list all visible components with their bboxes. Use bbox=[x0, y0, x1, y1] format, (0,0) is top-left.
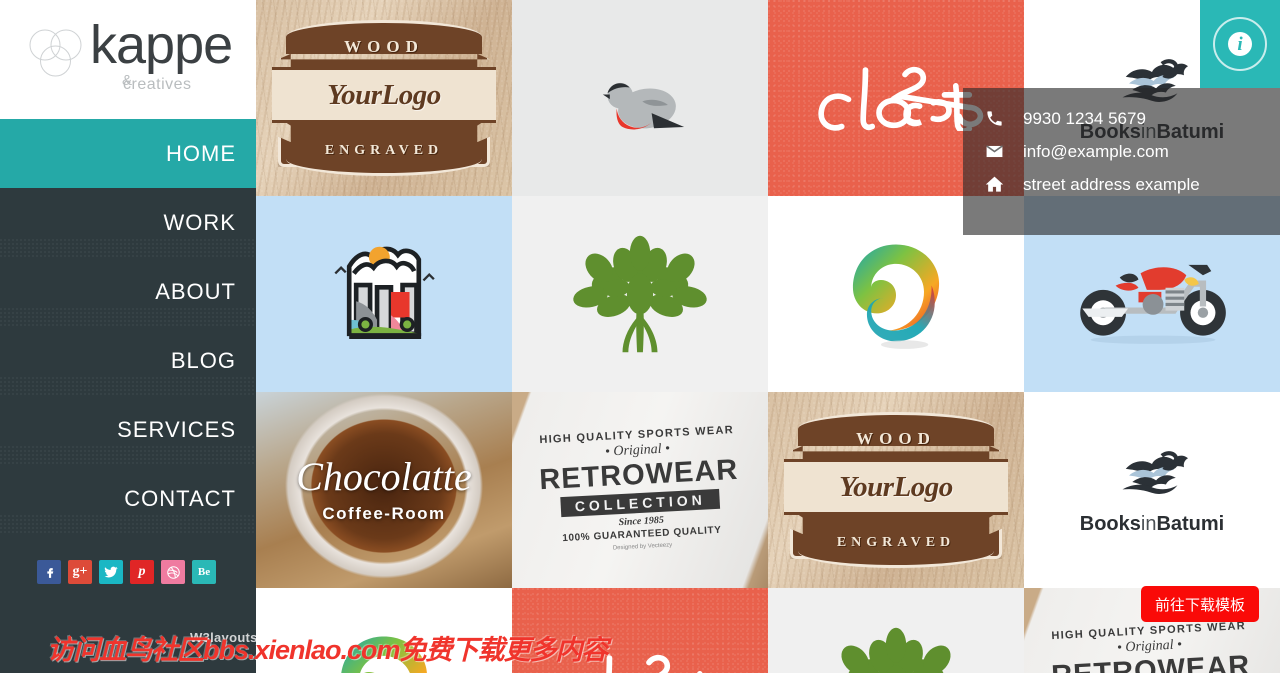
dribbble-icon[interactable] bbox=[161, 560, 185, 584]
behance-icon[interactable]: Be bbox=[192, 560, 216, 584]
social-glyph: g+ bbox=[72, 564, 88, 579]
wood-plaque-badge: WOOD YourLogo ENGRAVED bbox=[784, 412, 1008, 568]
castle-illustration bbox=[326, 232, 442, 357]
social-glyph: p bbox=[138, 564, 146, 579]
three-circles-logo-mark bbox=[28, 27, 84, 81]
books-in-batumi-logo: BooksinBatumi bbox=[1080, 444, 1225, 536]
nav-item-label: SERVICES bbox=[117, 416, 236, 442]
portfolio-tile-wood-logo-2[interactable]: WOOD YourLogo ENGRAVED bbox=[768, 392, 1024, 588]
coffee-subtitle: Coffee-Room bbox=[322, 503, 446, 523]
portfolio-tile-swirl-logo-2[interactable] bbox=[256, 588, 512, 673]
contact-phone-row: 9930 1234 5679 bbox=[985, 102, 1280, 135]
info-toggle-button[interactable]: i bbox=[1200, 0, 1280, 88]
bib-name-c: Batumi bbox=[1156, 513, 1225, 535]
portfolio-tile-tree-logo-1[interactable] bbox=[512, 196, 768, 392]
nav-item-label: ABOUT bbox=[155, 278, 236, 304]
phone-icon bbox=[985, 109, 1023, 128]
portfolio-tile-chocolatte-1[interactable]: Chocolatte Coffee-Room bbox=[256, 392, 512, 588]
plaque-bottom-text: ENGRAVED bbox=[836, 535, 956, 550]
coffee-title: Chocolatte bbox=[296, 453, 472, 499]
nav-item-label: CONTACT bbox=[124, 485, 236, 511]
books-in-batumi-name: BooksinBatumi bbox=[1080, 513, 1225, 536]
portfolio-tile-closet-logo-2[interactable] bbox=[512, 588, 768, 673]
portfolio-tile-castle-logo-1[interactable] bbox=[256, 196, 512, 392]
retrowear-label: HIGH QUALITY SPORTS WEAR • Original • RE… bbox=[1049, 620, 1254, 673]
retrowear-label: HIGH QUALITY SPORTS WEAR • Original • RE… bbox=[537, 424, 742, 556]
info-icon: i bbox=[1228, 32, 1252, 56]
bib-name-a: Books bbox=[1079, 513, 1141, 535]
plaque-top-text: WOOD bbox=[856, 429, 936, 448]
portfolio-tile-tree-logo-2[interactable] bbox=[768, 588, 1024, 673]
contact-phone-value: 9930 1234 5679 bbox=[1023, 108, 1146, 128]
plaque-bottom-text: ENGRAVED bbox=[324, 143, 444, 158]
chocolatte-logo: Chocolatte Coffee-Room bbox=[296, 453, 472, 524]
contact-info-panel: 9930 1234 5679 info@example.com street a… bbox=[963, 88, 1280, 235]
twitter-icon[interactable] bbox=[99, 560, 123, 584]
googleplus-icon[interactable]: g+ bbox=[68, 560, 92, 584]
contact-address-value: street address example bbox=[1023, 174, 1200, 194]
envelope-icon bbox=[985, 142, 1023, 161]
social-glyph: Be bbox=[197, 566, 211, 578]
nav-item-work[interactable]: WORK bbox=[0, 188, 256, 257]
nav-item-services[interactable]: SERVICES bbox=[0, 395, 256, 464]
info-circle: i bbox=[1213, 17, 1267, 71]
social-links: g+ p Be bbox=[0, 560, 256, 584]
pinterest-icon[interactable]: p bbox=[130, 560, 154, 584]
home-icon bbox=[985, 175, 1023, 194]
plaque-center-text: YourLogo bbox=[327, 78, 441, 111]
plaque-top-text: WOOD bbox=[344, 37, 424, 56]
portfolio-tile-bird-logo-1[interactable] bbox=[512, 0, 768, 196]
brand-tagline: creatives bbox=[123, 76, 192, 93]
sidebar: kappe & creatives HOME WORK ABOUT BLOG SERVI… bbox=[0, 0, 256, 673]
nav-item-contact[interactable]: CONTACT bbox=[0, 464, 256, 533]
nav-item-about[interactable]: ABOUT bbox=[0, 257, 256, 326]
nav-item-label: WORK bbox=[163, 209, 236, 235]
nav-item-blog[interactable]: BLOG bbox=[0, 326, 256, 395]
portfolio-tile-books-batumi-2[interactable]: BooksinBatumi bbox=[1024, 392, 1280, 588]
portfolio-tile-retrowear-1[interactable]: HIGH QUALITY SPORTS WEAR • Original • RE… bbox=[512, 392, 768, 588]
portfolio-tile-wood-logo-1[interactable]: WOOD YourLogo ENGRAVED bbox=[256, 0, 512, 196]
contact-email-value: info@example.com bbox=[1023, 141, 1169, 161]
nav-item-label: BLOG bbox=[170, 347, 236, 373]
nav-item-label: HOME bbox=[166, 140, 236, 166]
facebook-icon[interactable] bbox=[37, 560, 61, 584]
closet-script-logo bbox=[528, 649, 753, 673]
download-template-button[interactable]: 前往下载模板 bbox=[1141, 586, 1259, 622]
wood-plaque-badge: WOOD YourLogo ENGRAVED bbox=[272, 20, 496, 176]
main-navigation: HOME WORK ABOUT BLOG SERVICES CONTACT bbox=[0, 119, 256, 533]
logo-block[interactable]: kappe & creatives bbox=[0, 0, 256, 119]
nav-item-home[interactable]: HOME bbox=[0, 119, 256, 188]
contact-email-row: info@example.com bbox=[985, 135, 1280, 168]
contact-address-row: street address example bbox=[985, 168, 1280, 201]
brand-name: kappe bbox=[90, 15, 233, 75]
bib-name-b: in bbox=[1140, 513, 1157, 535]
plaque-center-text: YourLogo bbox=[839, 470, 953, 503]
